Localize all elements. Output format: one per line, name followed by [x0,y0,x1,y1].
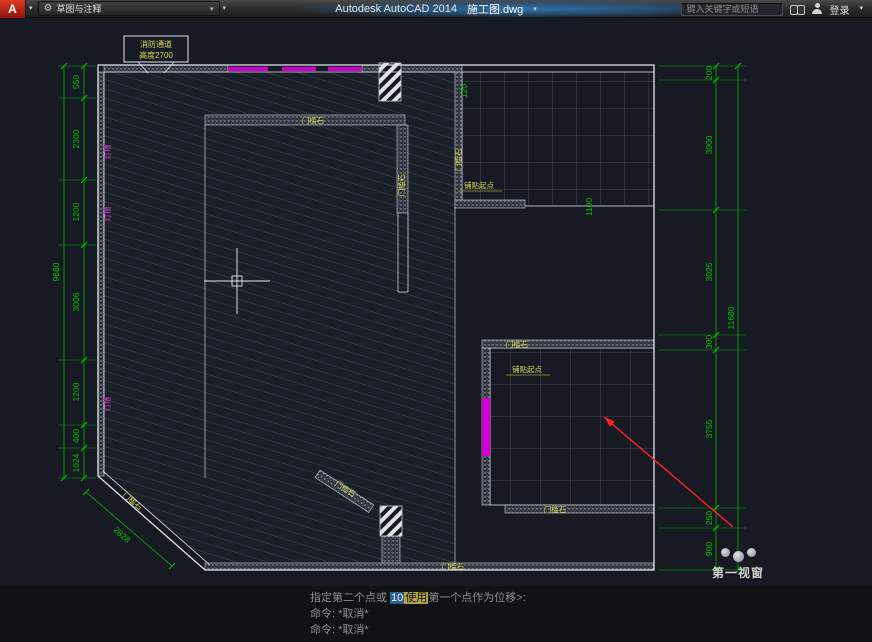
titlebar: A ▾ ⚙ 草图与注释 ▾ ▾ Autodesk AutoCAD 2014 施工… [0,0,872,18]
shaft-top [379,63,401,101]
dim-label: 1024 [71,453,81,472]
window [228,67,268,71]
signin-link[interactable]: 登录 [829,2,849,17]
dim-label: 300 [704,335,714,349]
dim-label: 1200 [71,382,81,401]
user-icon[interactable] [812,3,822,15]
dim-total-right: 11680 [726,306,736,329]
window-title: Autodesk AutoCAD 2014 施工图.dwg ▾ [335,0,536,18]
window [282,67,316,71]
command-line-area[interactable]: 指定第二个点或 10使用第一个点作为位移>: 命令: *取消* 命令: *取消* [0,586,872,642]
threshold-label: 门槛石 [396,173,406,196]
app-title: Autodesk AutoCAD 2014 [335,3,457,15]
tile-start-label: 铺贴起点 [464,180,494,190]
threshold-label: 门槛石 [506,339,529,349]
window [482,398,490,456]
watermark-text: 第一视窗 [692,564,784,581]
chevron-down-icon[interactable]: ▾ [856,0,866,18]
command-history-line: 命令: *取消* [310,606,872,622]
binoculars-search-icon[interactable] [790,4,805,15]
command-history-line: 命令: *取消* [310,622,872,638]
watermark-logo-icon [692,548,784,562]
dim-label: 3000 [704,135,714,154]
gear-icon: ⚙ [44,4,53,14]
dim-small: 120 [459,84,469,98]
drawing-canvas[interactable]: 消防通道 高度2700 550 2300 1200 3006 1200 400 … [0,0,872,642]
search-input[interactable] [681,3,783,16]
dim-label: 200 [704,66,714,80]
quick-access-dropdown-icon[interactable]: ▾ [220,0,230,18]
chevron-down-icon: ▾ [210,5,214,13]
dim-label: 3025 [704,262,714,281]
watermark: 第一视窗 [692,548,784,581]
autocad-logo-button[interactable]: A [0,0,26,18]
threshold-label: 门槛石 [302,115,325,125]
fire-passage-line2: 高度2700 [139,50,173,60]
dim-label: 1200 [71,202,81,221]
prompt-input-value: 10 [390,592,404,604]
prompt-highlight: 使用 [404,592,428,604]
dim-label: 550 [71,75,81,89]
autocad-window: 消防通道 高度2700 550 2300 1200 3006 1200 400 … [0,0,872,642]
lamp-trough-label: 灯槽 [102,144,112,159]
workspace-selector[interactable]: ⚙ 草图与注释 ▾ [38,1,220,16]
dim-label: 3006 [71,292,81,311]
chevron-down-icon[interactable]: ▾ [533,5,537,13]
autocad-logo: A [8,2,17,16]
infocenter: 登录 ▾ [681,0,866,18]
threshold-label: 门槛石 [453,148,463,171]
application-menu-dropdown-icon[interactable]: ▾ [26,0,36,18]
fire-passage-line1: 消防通道 [140,39,172,49]
threshold-label: 门槛石 [442,561,465,571]
prompt-text: 指定第二个点或 [310,592,390,604]
shaft-bottom [380,506,402,536]
workspace-label: 草图与注释 [56,2,101,15]
lamp-trough-label: 灯槽 [102,396,112,411]
dim-total-left: 9680 [51,262,61,281]
dim-label: 400 [71,429,81,443]
dim-label: 3755 [704,419,714,438]
dim-diagonal: 2828 [112,525,133,545]
lamp-trough-label: 灯槽 [102,206,112,221]
command-prompt: 指定第二个点或 10使用第一个点作为位移>: [310,590,872,606]
document-name: 施工图.dwg [467,1,523,17]
floor-fills [104,72,654,563]
tile-start-label: 铺贴起点 [512,364,542,374]
window [328,67,362,71]
dim-label: 2300 [71,129,81,148]
dim-label: 250 [704,511,714,525]
prompt-text: 第一个点作为位移>: [428,592,525,604]
dim-small: 1100 [584,198,594,217]
threshold-label: 门槛石 [544,504,567,514]
